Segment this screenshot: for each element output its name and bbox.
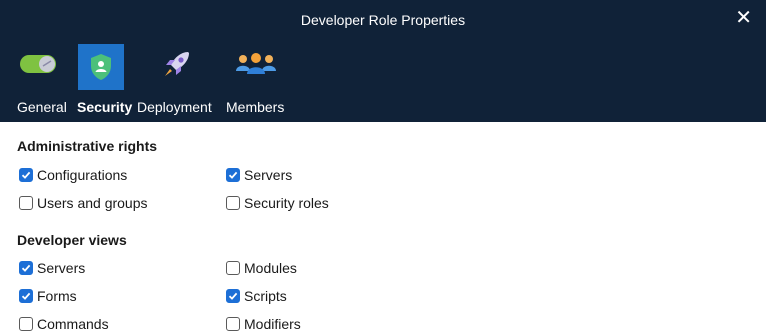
rocket-icon (157, 44, 197, 84)
checkbox-checked-icon (19, 289, 33, 303)
dialog-title: Developer Role Properties (300, 12, 466, 28)
tab-security-label: Security (77, 99, 133, 115)
checkbox-scripts[interactable]: Scripts (226, 288, 287, 304)
checkbox-checked-icon (226, 168, 240, 182)
checkbox-unchecked-icon (19, 196, 33, 210)
administrative-rights-heading: Administrative rights (17, 138, 158, 154)
tab-members-label: Members (226, 99, 285, 115)
checkbox-label: Modifiers (244, 316, 301, 332)
checkbox-label: Configurations (37, 167, 128, 183)
checkbox-label: Commands (37, 316, 109, 332)
checkbox-checked-icon (19, 168, 33, 182)
tab-general-label: General (17, 99, 67, 115)
checkbox-unchecked-icon (226, 317, 240, 331)
checkbox-label: Forms (37, 288, 77, 304)
checkbox-label: Security roles (244, 195, 329, 211)
checkbox-unchecked-icon (19, 317, 33, 331)
people-group-icon (234, 44, 278, 84)
checkbox-unchecked-icon (226, 261, 240, 275)
checkbox-modules[interactable]: Modules (226, 260, 297, 276)
checkbox-configurations[interactable]: Configurations (19, 167, 127, 183)
checkbox-label: Servers (37, 260, 86, 276)
checkbox-label: Modules (244, 260, 297, 276)
tab-general[interactable]: General (17, 44, 67, 118)
checkbox-checked-icon (226, 289, 240, 303)
developer-views-heading: Developer views (17, 232, 127, 248)
checkbox-label: Scripts (244, 288, 287, 304)
checkbox-modifiers[interactable]: Modifiers (226, 316, 301, 332)
close-icon[interactable]: ✕ (735, 8, 752, 28)
checkbox-security-roles[interactable]: Security roles (226, 195, 329, 211)
tab-deployment-label: Deployment (137, 99, 212, 115)
checkbox-servers-view[interactable]: Servers (19, 260, 85, 276)
checkbox-checked-icon (19, 261, 33, 275)
tab-members[interactable]: Members (226, 44, 292, 118)
tab-security[interactable]: Security (77, 44, 137, 118)
checkbox-users-and-groups[interactable]: Users and groups (19, 195, 148, 211)
checkbox-unchecked-icon (226, 196, 240, 210)
tab-deployment[interactable]: Deployment (137, 44, 219, 118)
shield-user-icon (78, 44, 124, 90)
security-panel: Administrative rights Configurations Ser… (0, 122, 766, 336)
checkbox-servers-admin[interactable]: Servers (226, 167, 292, 183)
checkbox-forms[interactable]: Forms (19, 288, 77, 304)
checkbox-commands[interactable]: Commands (19, 316, 109, 332)
dialog-header: Developer Role Properties ✕ General Secu… (0, 0, 766, 122)
checkbox-label: Servers (244, 167, 293, 183)
toggle-switch-icon (19, 44, 59, 84)
checkbox-label: Users and groups (37, 195, 148, 211)
